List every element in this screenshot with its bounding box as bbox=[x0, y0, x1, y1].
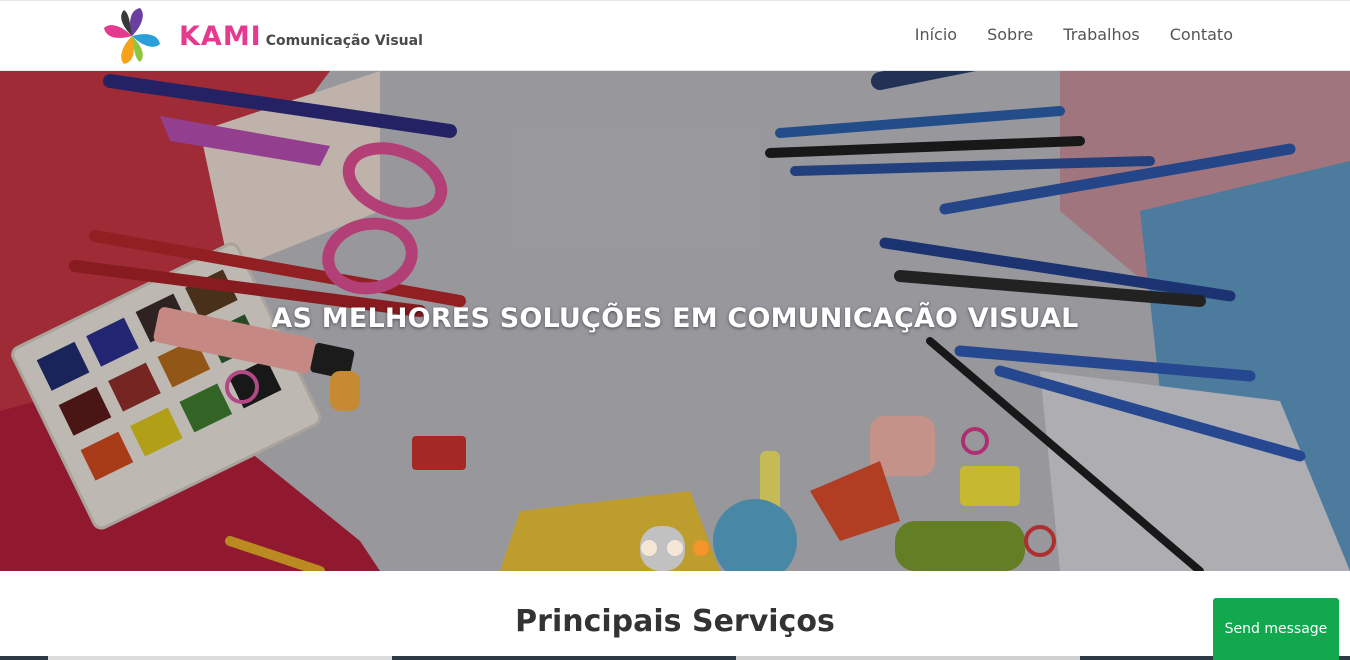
carousel-indicators bbox=[641, 540, 709, 556]
hero-title: AS MELHORES SOLUÇÕES EM COMUNICAÇÃO VISU… bbox=[271, 303, 1079, 334]
nav-link-trabalhos[interactable]: Trabalhos bbox=[1063, 25, 1139, 44]
pinwheel-logo-icon bbox=[104, 8, 160, 64]
site-header: KAMI Comunicação Visual Início Sobre Tra… bbox=[0, 0, 1350, 71]
services-title: Principais Serviços bbox=[515, 604, 835, 639]
carousel-dot-3[interactable] bbox=[693, 540, 709, 556]
brand-name: KAMI bbox=[179, 20, 262, 52]
carousel-dot-1[interactable] bbox=[641, 540, 657, 556]
nav-link-inicio[interactable]: Início bbox=[915, 25, 957, 44]
nav-link-contato[interactable]: Contato bbox=[1170, 25, 1233, 44]
brand-tagline: Comunicação Visual bbox=[265, 32, 423, 49]
carousel-dot-2[interactable] bbox=[667, 540, 683, 556]
services-cards-top-edge bbox=[0, 656, 1350, 660]
logo[interactable]: KAMI Comunicação Visual bbox=[103, 7, 423, 65]
hero-carousel[interactable]: AS MELHORES SOLUÇÕES EM COMUNICAÇÃO VISU… bbox=[0, 71, 1350, 571]
main-nav: Início Sobre Trabalhos Contato bbox=[915, 25, 1233, 44]
send-message-button[interactable]: Send message bbox=[1213, 598, 1339, 660]
nav-link-sobre[interactable]: Sobre bbox=[987, 25, 1033, 44]
